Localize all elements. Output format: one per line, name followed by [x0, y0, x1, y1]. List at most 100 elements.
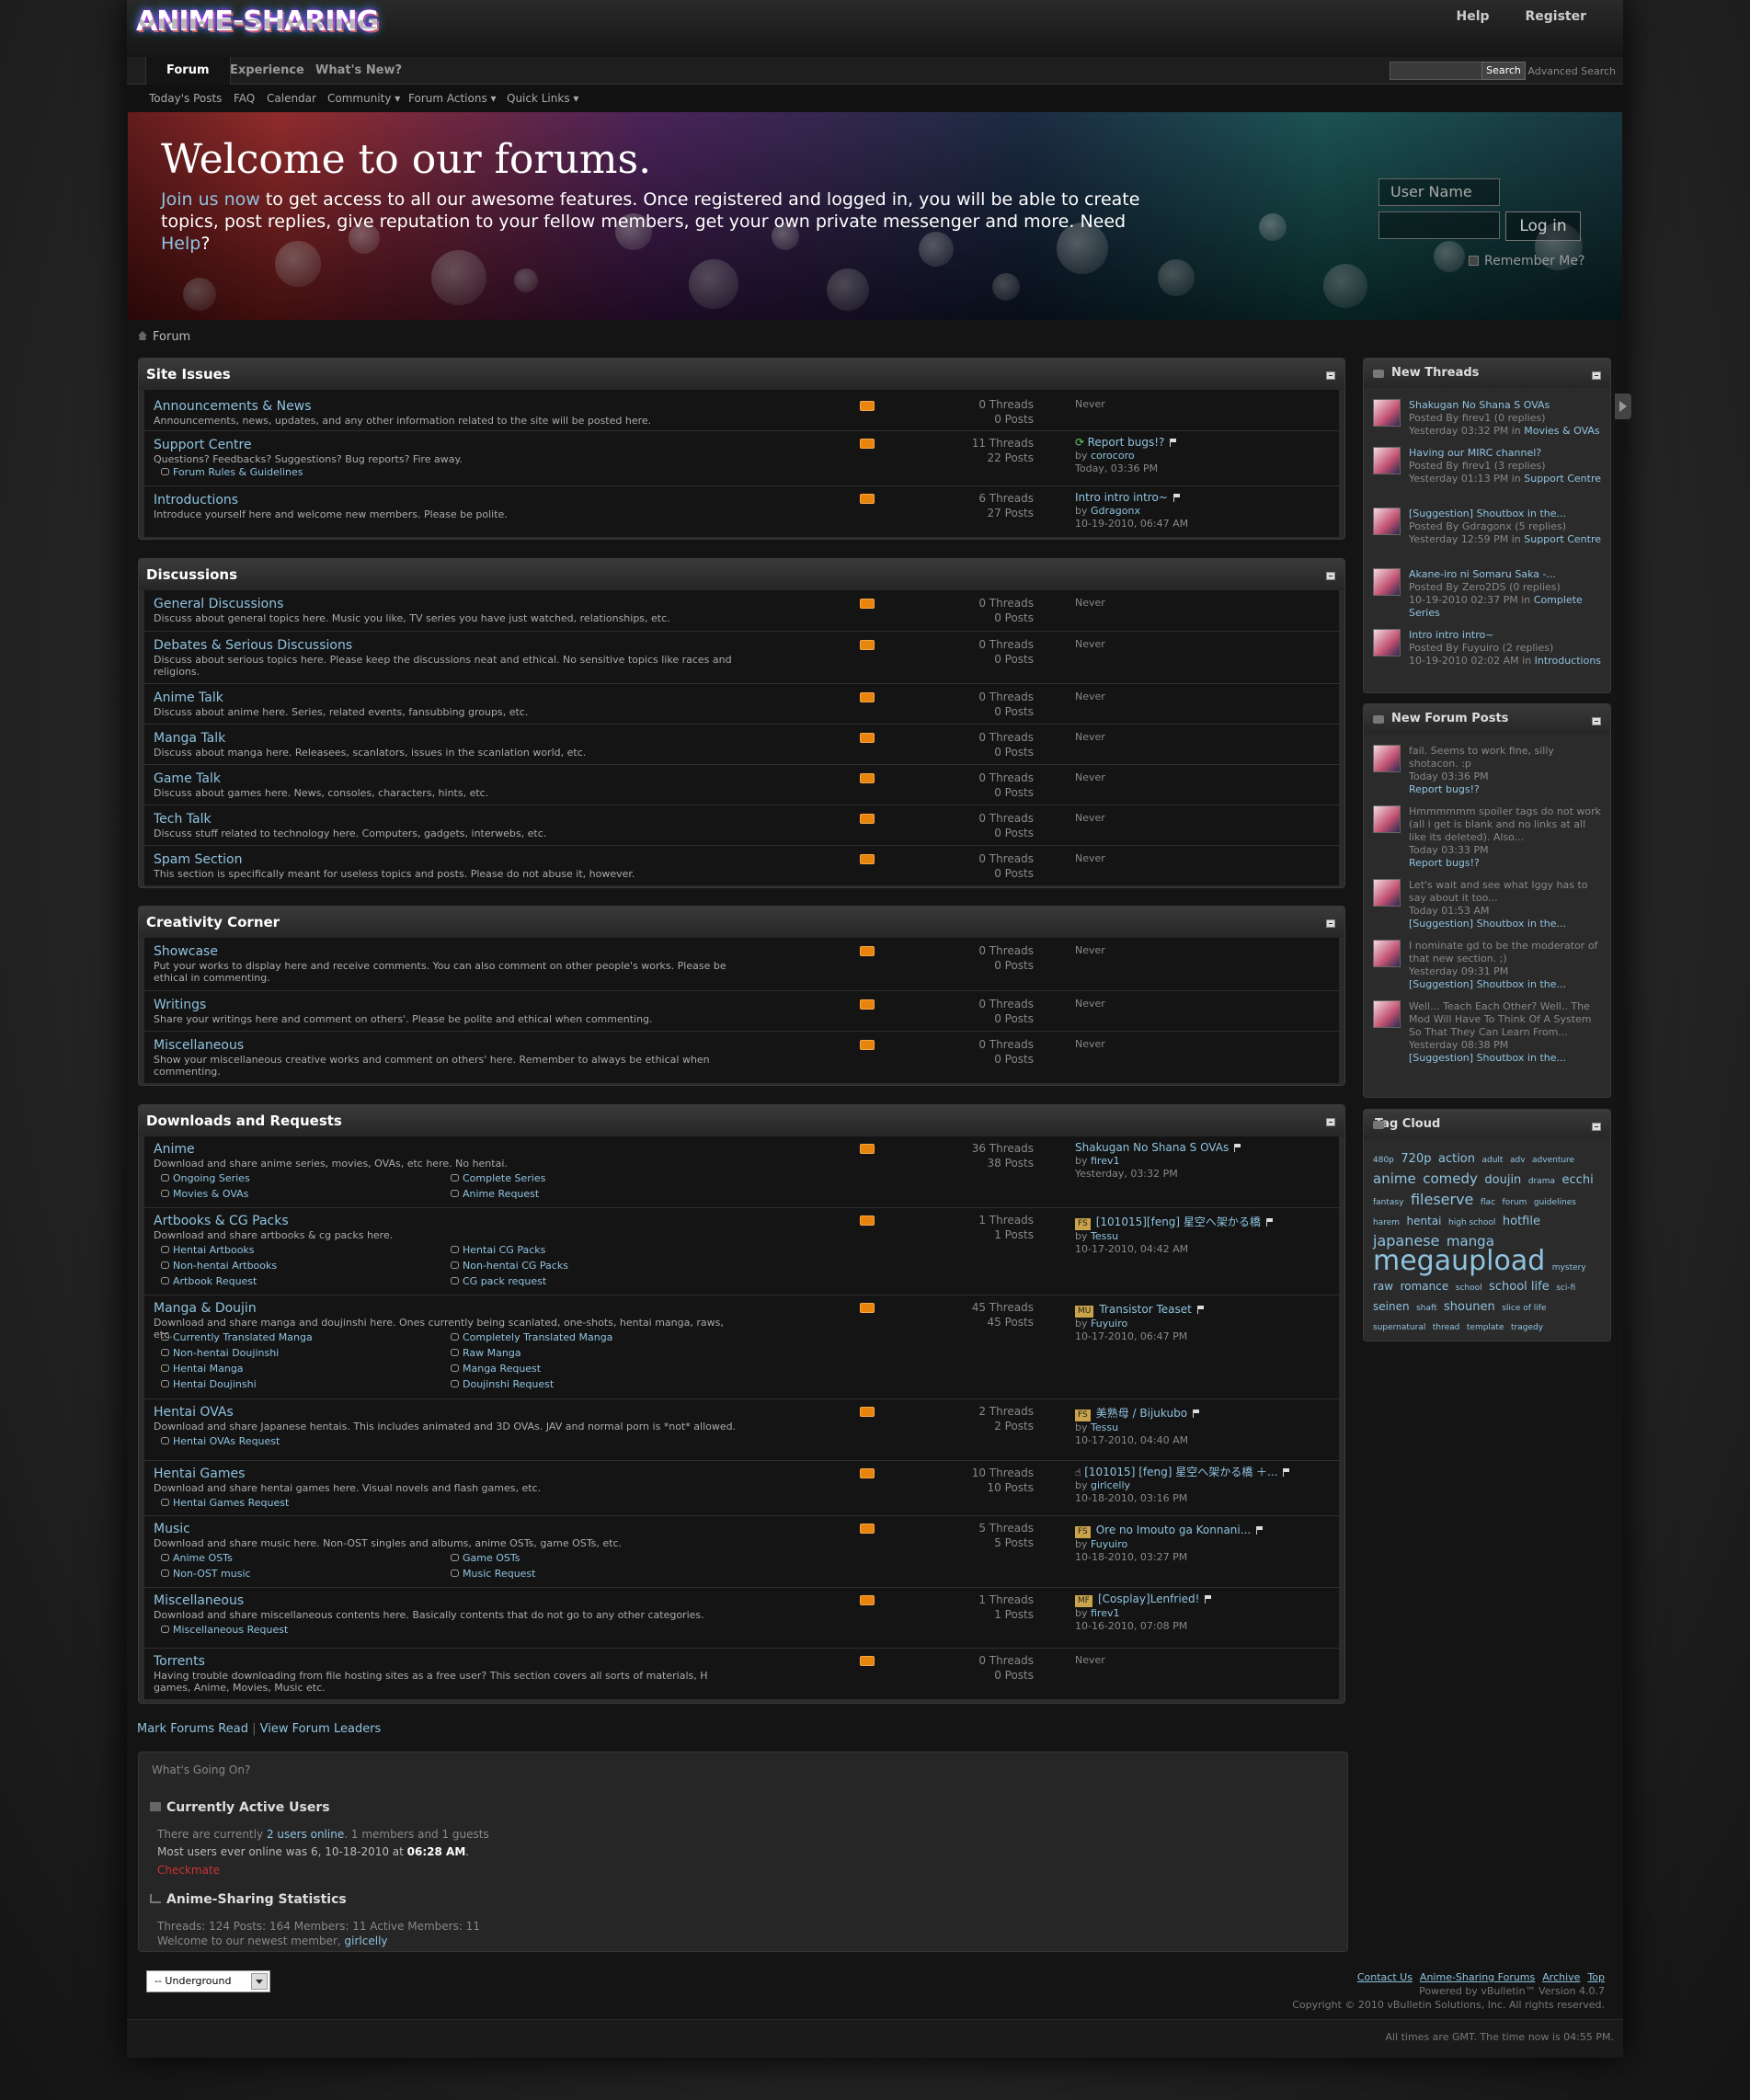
- forum-title[interactable]: Miscellaneous: [154, 1593, 244, 1608]
- last-post-user[interactable]: Tessu: [1091, 1230, 1118, 1242]
- rss-icon[interactable]: [860, 692, 875, 702]
- subforum-link[interactable]: Hentai Manga: [161, 1363, 244, 1375]
- forum-title[interactable]: Announcements & News: [154, 399, 312, 414]
- forum-row[interactable]: Manga & Doujin Download and share manga …: [144, 1295, 1339, 1398]
- last-post-title[interactable]: Shakugan No Shana S OVAs: [1075, 1141, 1229, 1154]
- tag-link[interactable]: harem: [1373, 1218, 1400, 1227]
- forum-row[interactable]: Announcements & News Announcements, news…: [144, 390, 1339, 430]
- last-post-title[interactable]: Transistor Teaset: [1099, 1303, 1191, 1316]
- style-chooser-select[interactable]: -- Underground: [146, 1970, 270, 1992]
- subforum-link[interactable]: CG pack request: [451, 1275, 546, 1287]
- forum-title[interactable]: Hentai OVAs: [154, 1405, 234, 1420]
- home-forums-link[interactable]: Anime-Sharing Forums: [1420, 1971, 1535, 1983]
- join-link[interactable]: Join us now: [161, 189, 260, 210]
- last-post-title[interactable]: Report bugs!?: [1088, 436, 1165, 449]
- last-post-user[interactable]: Tessu: [1091, 1421, 1118, 1433]
- forum-title[interactable]: Anime: [154, 1142, 195, 1157]
- rss-icon[interactable]: [860, 1407, 875, 1417]
- tag-link[interactable]: megaupload: [1373, 1245, 1545, 1277]
- subnav-forum-actions[interactable]: Forum Actions ▾: [408, 92, 497, 105]
- subforum-link[interactable]: Raw Manga: [451, 1347, 521, 1359]
- thread-title[interactable]: Having our MIRC channel?: [1409, 447, 1604, 460]
- view-forum-leaders-link[interactable]: View Forum Leaders: [260, 1722, 382, 1736]
- flag-icon[interactable]: [1265, 1218, 1273, 1227]
- rss-icon[interactable]: [860, 1040, 875, 1050]
- forum-title[interactable]: General Discussions: [154, 597, 283, 611]
- flag-icon[interactable]: [1193, 1410, 1200, 1418]
- tag-link[interactable]: raw: [1373, 1280, 1393, 1293]
- forum-row[interactable]: Anime Download and share anime series, m…: [144, 1136, 1339, 1207]
- rss-icon[interactable]: [860, 640, 875, 650]
- last-post-user[interactable]: Fuyuiro: [1091, 1318, 1127, 1330]
- top-link[interactable]: Top: [1587, 1971, 1605, 1983]
- tag-link[interactable]: adventure: [1532, 1156, 1574, 1165]
- subnav-faq[interactable]: FAQ: [234, 92, 255, 105]
- tag-link[interactable]: comedy: [1423, 1170, 1478, 1187]
- rss-icon[interactable]: [860, 494, 875, 504]
- tag-link[interactable]: thread: [1433, 1323, 1460, 1332]
- mark-forums-read-link[interactable]: Mark Forums Read: [137, 1722, 248, 1736]
- subforum-link[interactable]: Non-hentai Doujinshi: [161, 1347, 279, 1359]
- remember-me-checkbox[interactable]: Remember Me?: [1469, 254, 1584, 268]
- subforum-link[interactable]: Non-OST music: [161, 1568, 251, 1580]
- post-thread-link[interactable]: [Suggestion] Shoutbox in the...: [1409, 918, 1604, 930]
- thread-forum-link[interactable]: Support Centre: [1524, 533, 1601, 545]
- password-field[interactable]: [1378, 211, 1500, 239]
- collapse-icon[interactable]: [1592, 717, 1601, 725]
- advanced-search-link[interactable]: Advanced Search: [1527, 65, 1616, 77]
- subforum-link[interactable]: Currently Translated Manga: [161, 1331, 313, 1343]
- forum-row[interactable]: Hentai Games Download and share hentai g…: [144, 1460, 1339, 1515]
- forum-row[interactable]: Artbooks & CG Packs Download and share a…: [144, 1207, 1339, 1295]
- contact-us-link[interactable]: Contact Us: [1357, 1971, 1413, 1983]
- forum-title[interactable]: Miscellaneous: [154, 1038, 244, 1053]
- tag-link[interactable]: 480p: [1373, 1156, 1394, 1165]
- collapse-icon[interactable]: [1326, 371, 1335, 380]
- tag-link[interactable]: adv: [1510, 1156, 1526, 1165]
- tag-link[interactable]: school life: [1489, 1280, 1550, 1294]
- tag-link[interactable]: high school: [1448, 1218, 1495, 1227]
- rss-icon[interactable]: [860, 999, 875, 1010]
- tag-link[interactable]: adult: [1482, 1156, 1504, 1165]
- avatar[interactable]: [1373, 745, 1401, 772]
- subforum-link[interactable]: Doujinshi Request: [451, 1378, 554, 1390]
- tag-link[interactable]: hotfile: [1503, 1215, 1540, 1228]
- rss-icon[interactable]: [860, 854, 875, 864]
- newest-member-link[interactable]: girlcelly: [345, 1935, 388, 1947]
- subforum-link[interactable]: Hentai Games Request: [161, 1497, 289, 1509]
- post-thread-link[interactable]: Report bugs!?: [1409, 857, 1604, 870]
- rss-icon[interactable]: [860, 1144, 875, 1154]
- tag-link[interactable]: hentai: [1407, 1215, 1442, 1227]
- last-post-user[interactable]: firev1: [1091, 1607, 1120, 1619]
- tag-link[interactable]: action: [1438, 1152, 1475, 1166]
- rss-icon[interactable]: [860, 814, 875, 824]
- subforum-link[interactable]: Forum Rules & Guidelines: [161, 466, 303, 478]
- forum-title[interactable]: Torrents: [154, 1654, 205, 1669]
- tab-whats-new[interactable]: What's New?: [315, 57, 402, 85]
- tag-link[interactable]: shaft: [1416, 1304, 1436, 1313]
- subforum-link[interactable]: Hentai CG Packs: [451, 1244, 545, 1256]
- rss-icon[interactable]: [860, 1656, 875, 1666]
- last-post-user[interactable]: corocoro: [1091, 450, 1135, 462]
- forum-title[interactable]: Showcase: [154, 944, 218, 959]
- forum-row[interactable]: Writings Share your writings here and co…: [144, 990, 1339, 1031]
- avatar[interactable]: [1373, 447, 1401, 474]
- avatar[interactable]: [1373, 879, 1401, 907]
- flag-icon[interactable]: [1205, 1595, 1212, 1604]
- forum-title[interactable]: Game Talk: [154, 771, 221, 786]
- avatar[interactable]: [1373, 629, 1401, 656]
- forum-row[interactable]: Music Download and share music here. Non…: [144, 1515, 1339, 1587]
- last-post-title[interactable]: [101015] [feng] 星空へ架かる橋 ＋...: [1084, 1466, 1277, 1478]
- rss-icon[interactable]: [860, 773, 875, 783]
- collapse-icon[interactable]: [1326, 1118, 1335, 1126]
- checkbox-icon[interactable]: [1469, 256, 1479, 266]
- tag-link[interactable]: drama: [1528, 1177, 1555, 1186]
- forum-row[interactable]: Introductions Introduce yourself here an…: [144, 485, 1339, 537]
- avatar[interactable]: [1373, 940, 1401, 967]
- rss-icon[interactable]: [860, 946, 875, 956]
- tag-link[interactable]: 720p: [1401, 1152, 1431, 1166]
- tag-link[interactable]: fileserve: [1411, 1191, 1473, 1208]
- thread-forum-link[interactable]: Support Centre: [1524, 473, 1601, 485]
- rss-icon[interactable]: [860, 599, 875, 609]
- subforum-link[interactable]: Anime OSTs: [161, 1552, 233, 1564]
- tag-link[interactable]: ecchi: [1562, 1173, 1594, 1187]
